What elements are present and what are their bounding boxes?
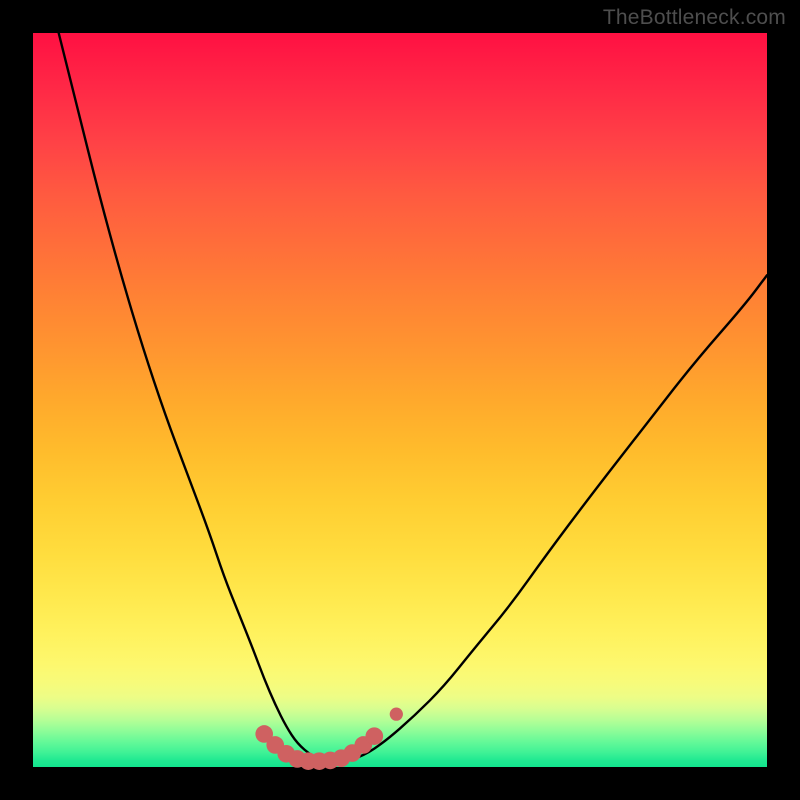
watermark-text: TheBottleneck.com: [603, 6, 786, 30]
curve-svg: [33, 33, 767, 767]
bottleneck-curve: [59, 33, 767, 763]
curve-marker: [390, 708, 403, 721]
chart-frame: TheBottleneck.com: [0, 0, 800, 800]
plot-area: [33, 33, 767, 767]
curve-markers: [255, 708, 403, 770]
curve-marker: [366, 727, 384, 745]
